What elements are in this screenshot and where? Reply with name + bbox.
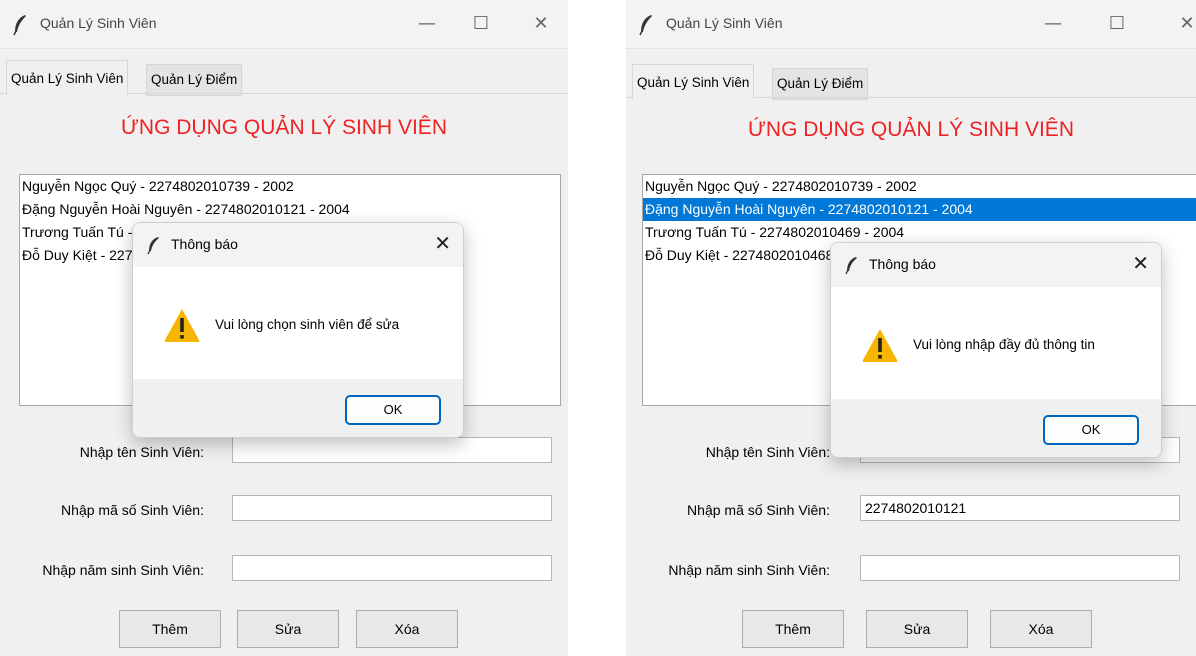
- list-item[interactable]: Nguyễn Ngọc Quý - 2274802010739 - 2002: [20, 175, 560, 198]
- title-bar: Quản Lý Sinh Viên — ☐ ✕: [0, 0, 568, 49]
- list-item[interactable]: Nguyễn Ngọc Quý - 2274802010739 - 2002: [643, 175, 1196, 198]
- app-window-left: Quản Lý Sinh Viên — ☐ ✕ Quản Lý Sinh Viê…: [0, 0, 568, 656]
- birth-year-field[interactable]: [232, 555, 552, 581]
- dialog-title-bar: Thông báo ✕: [831, 243, 1161, 287]
- dialog-body: Vui lòng nhập đầy đủ thông tin: [831, 287, 1161, 399]
- list-item[interactable]: Trương Tuấn Tú - 2274802010469 - 2004: [643, 221, 1196, 244]
- dialog-footer: OK: [831, 399, 1161, 457]
- tab-grade-management[interactable]: Quản Lý Điểm: [772, 68, 869, 100]
- close-icon[interactable]: ✕: [1132, 251, 1149, 275]
- tab-student-management[interactable]: Quản Lý Sinh Viên: [6, 60, 129, 95]
- dialog-body: Vui lòng chọn sinh viên để sửa: [133, 267, 463, 379]
- feather-icon: [639, 15, 652, 36]
- birth-year-label: Nhập năm sinh Sinh Viên:: [668, 562, 830, 578]
- app-heading: ỨNG DỤNG QUẢN LÝ SINH VIÊN: [748, 118, 1074, 141]
- tab-student-management[interactable]: Quản Lý Sinh Viên: [632, 64, 755, 99]
- warning-icon: [164, 309, 200, 342]
- tab-bar: Quản Lý Sinh Viên Quản Lý Điểm: [0, 60, 568, 96]
- edit-button[interactable]: Sửa: [237, 610, 339, 648]
- student-id-label: Nhập mã số Sinh Viên:: [687, 502, 830, 518]
- window-title: Quản Lý Sinh Viên: [40, 15, 157, 31]
- dialog-message: Vui lòng chọn sinh viên để sửa: [215, 317, 400, 332]
- student-id-field[interactable]: [232, 495, 552, 521]
- message-dialog: Thông báo ✕ Vui lòng chọn sinh viên để s…: [132, 222, 464, 438]
- warning-icon: [862, 329, 898, 362]
- student-id-label: Nhập mã số Sinh Viên:: [61, 502, 204, 518]
- title-bar: Quản Lý Sinh Viên — ☐ ✕: [626, 0, 1196, 49]
- delete-button[interactable]: Xóa: [990, 610, 1092, 648]
- feather-icon: [845, 257, 857, 275]
- app-window-right: Quản Lý Sinh Viên — ☐ ✕ Quản Lý Sinh Viê…: [626, 0, 1196, 656]
- ok-button[interactable]: OK: [1043, 415, 1139, 445]
- dialog-title: Thông báo: [171, 236, 238, 252]
- dialog-footer: OK: [133, 379, 463, 437]
- add-button[interactable]: Thêm: [119, 610, 221, 648]
- minimize-icon[interactable]: —: [412, 10, 442, 38]
- dialog-title-bar: Thông báo ✕: [133, 223, 463, 267]
- tab-bar: Quản Lý Sinh Viên Quản Lý Điểm: [626, 64, 1196, 100]
- list-item[interactable]: Đặng Nguyễn Hoài Nguyên - 2274802010121 …: [20, 198, 560, 221]
- close-icon[interactable]: ✕: [434, 231, 451, 255]
- delete-button[interactable]: Xóa: [356, 610, 458, 648]
- birth-year-field[interactable]: [860, 555, 1180, 581]
- dialog-title: Thông báo: [869, 256, 936, 272]
- add-button[interactable]: Thêm: [742, 610, 844, 648]
- feather-icon: [147, 237, 159, 255]
- close-icon[interactable]: ✕: [1172, 10, 1196, 38]
- name-label: Nhập tên Sinh Viên:: [79, 444, 204, 460]
- minimize-icon[interactable]: —: [1038, 10, 1068, 38]
- window-title: Quản Lý Sinh Viên: [666, 15, 783, 31]
- maximize-icon[interactable]: ☐: [1102, 10, 1132, 38]
- list-item-selected[interactable]: Đặng Nguyễn Hoài Nguyên - 2274802010121 …: [643, 198, 1196, 221]
- tab-grade-management[interactable]: Quản Lý Điểm: [146, 64, 243, 96]
- close-icon[interactable]: ✕: [526, 10, 556, 38]
- name-label: Nhập tên Sinh Viên:: [705, 444, 830, 460]
- dialog-message: Vui lòng nhập đầy đủ thông tin: [913, 337, 1095, 352]
- name-field[interactable]: [232, 437, 552, 463]
- edit-button[interactable]: Sửa: [866, 610, 968, 648]
- ok-button[interactable]: OK: [345, 395, 441, 425]
- feather-icon: [13, 15, 26, 36]
- app-heading: ỨNG DỤNG QUẢN LÝ SINH VIÊN: [121, 116, 447, 139]
- student-id-field[interactable]: 2274802010121: [860, 495, 1180, 521]
- message-dialog: Thông báo ✕ Vui lòng nhập đầy đủ thông t…: [830, 242, 1162, 458]
- birth-year-label: Nhập năm sinh Sinh Viên:: [42, 562, 204, 578]
- maximize-icon[interactable]: ☐: [466, 10, 496, 38]
